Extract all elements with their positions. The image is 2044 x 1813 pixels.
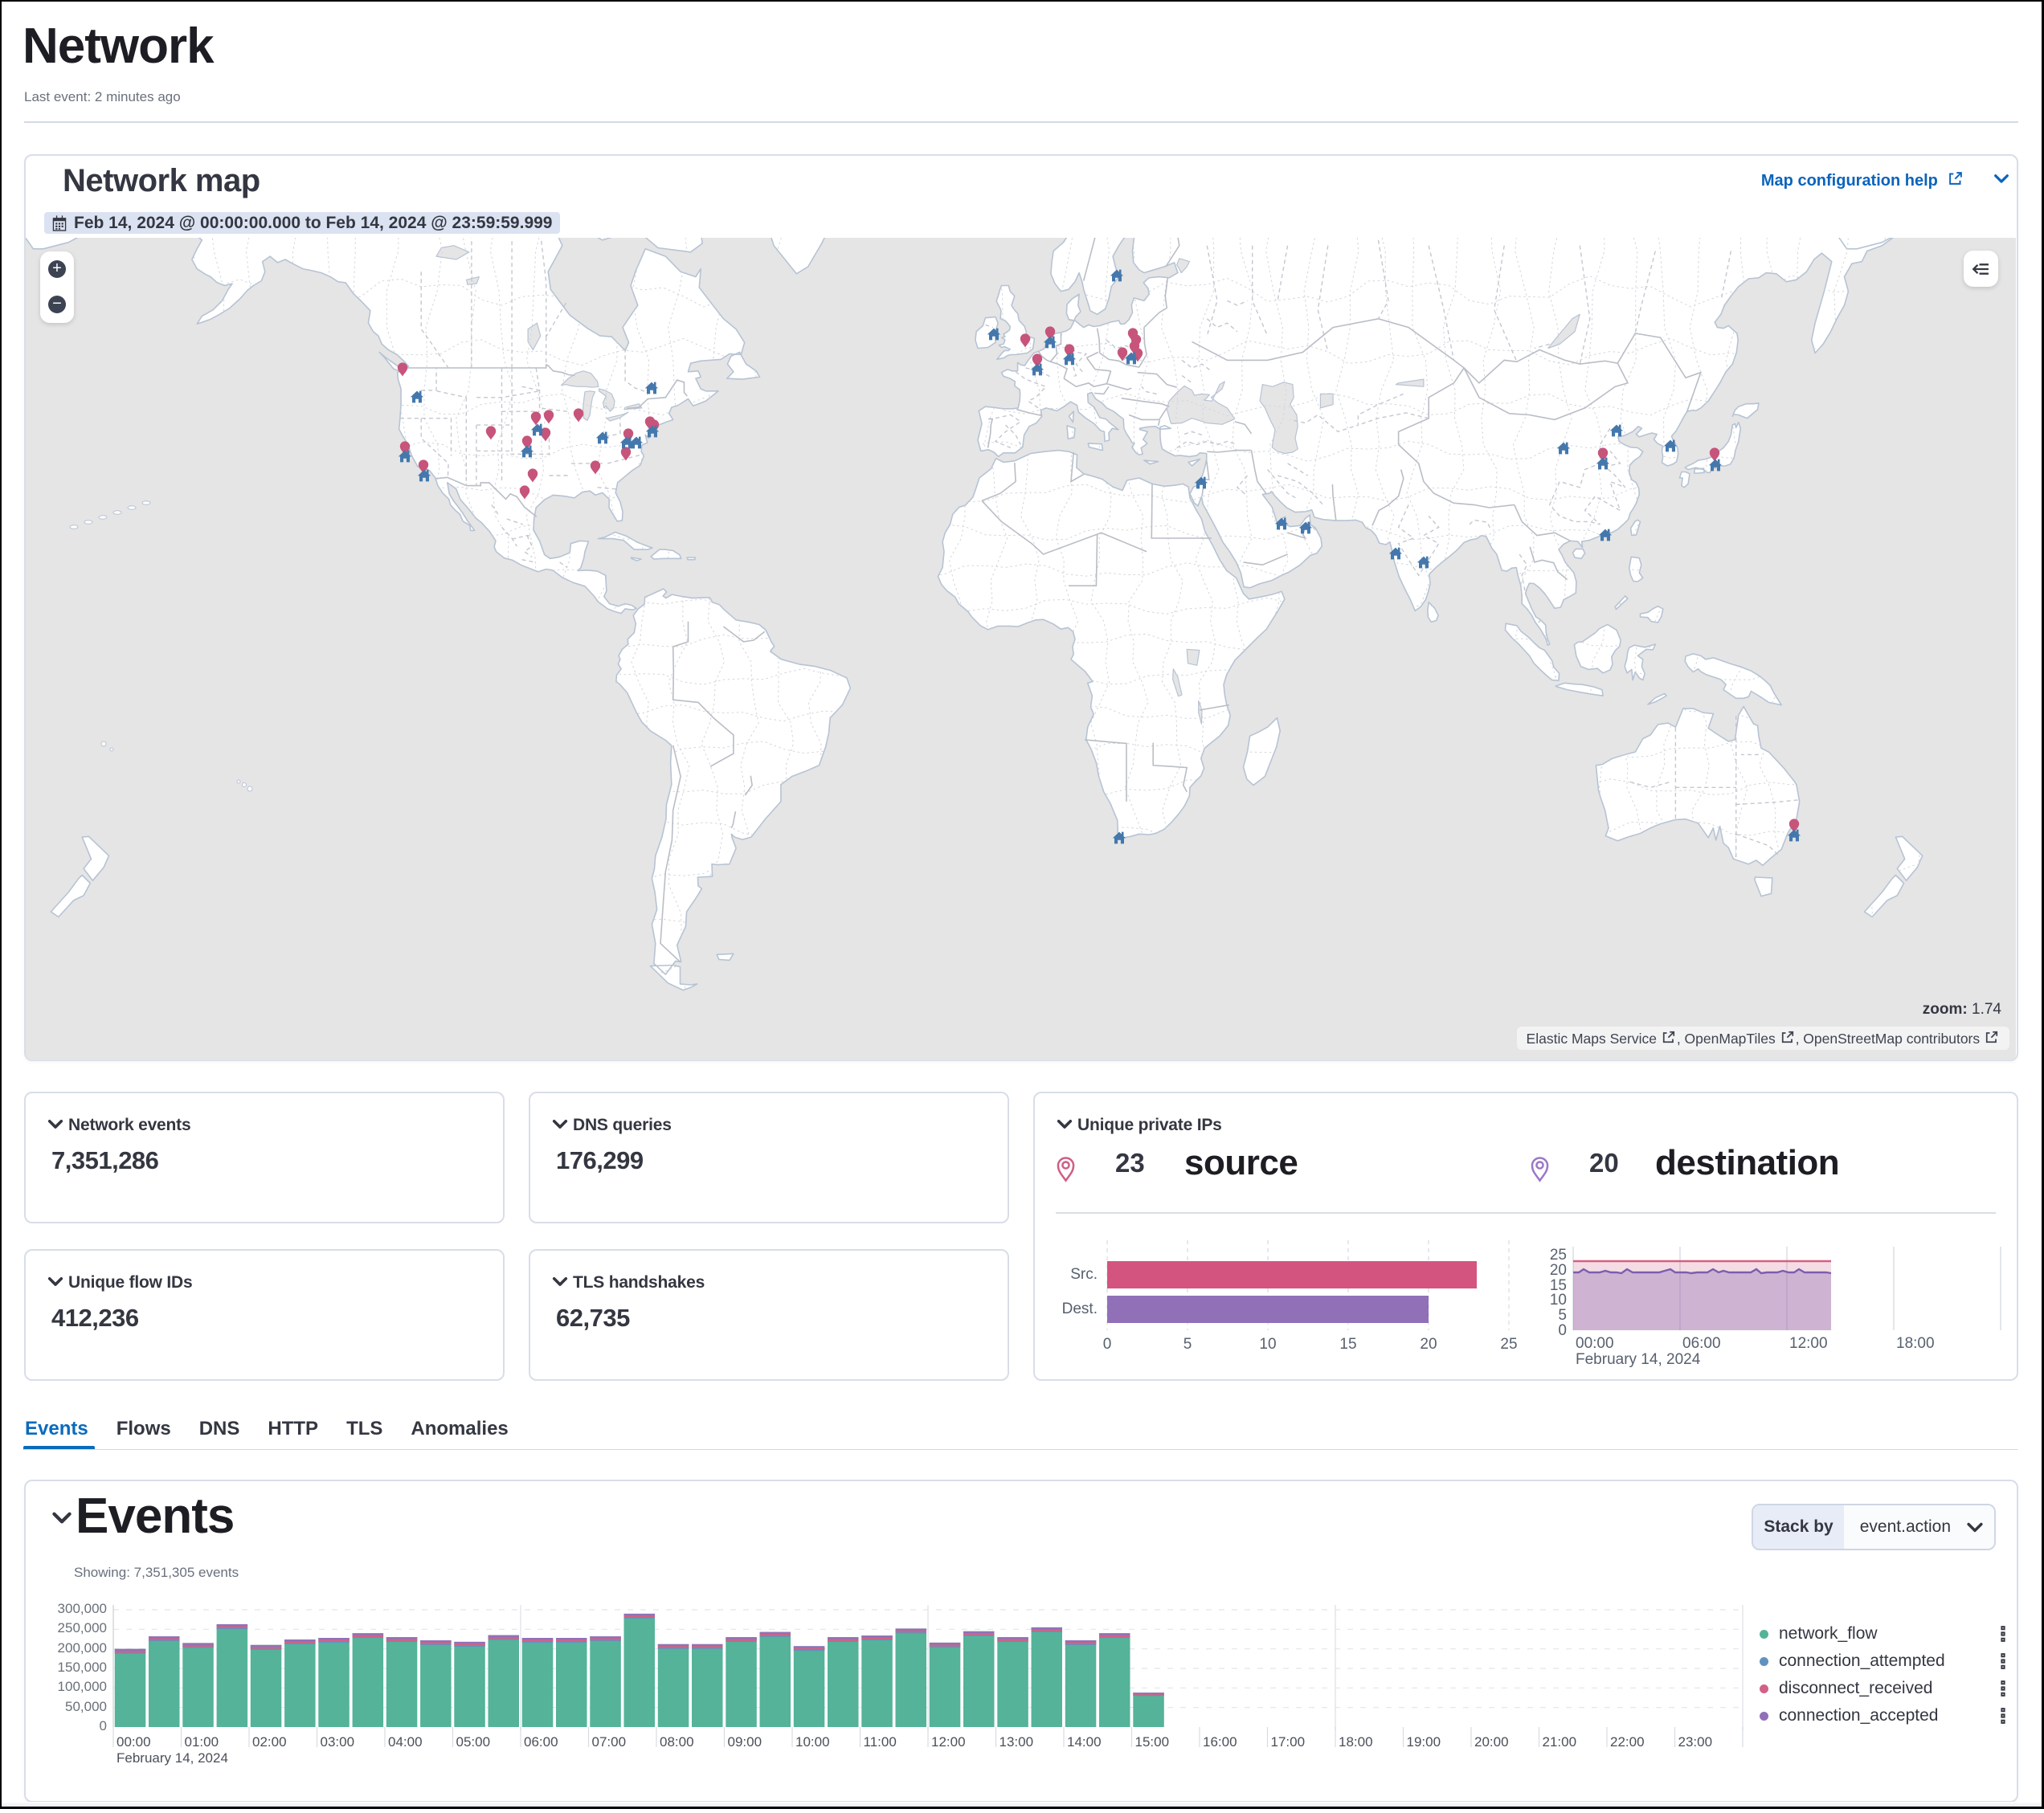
svg-text:22:00: 22:00 [1610,1734,1645,1750]
svg-text:00:00: 00:00 [117,1734,151,1750]
svg-text:100,000: 100,000 [58,1679,107,1694]
svg-text:18:00: 18:00 [1339,1734,1373,1750]
svg-text:5: 5 [1183,1336,1192,1353]
svg-text:16:00: 16:00 [1203,1734,1237,1750]
svg-text:0: 0 [1558,1322,1567,1339]
svg-text:10: 10 [1259,1336,1276,1353]
svg-text:23:00: 23:00 [1678,1734,1713,1750]
svg-text:50,000: 50,000 [65,1699,107,1714]
svg-text:February 14, 2024: February 14, 2024 [1576,1351,1701,1368]
svg-text:04:00: 04:00 [388,1734,423,1750]
svg-text:07:00: 07:00 [592,1734,627,1750]
svg-text:10:00: 10:00 [795,1734,830,1750]
svg-text:00:00: 00:00 [1576,1335,1614,1352]
svg-text:13:00: 13:00 [1000,1734,1034,1750]
svg-text:05:00: 05:00 [456,1734,491,1750]
svg-text:03:00: 03:00 [321,1734,355,1750]
svg-text:150,000: 150,000 [58,1660,107,1675]
svg-text:300,000: 300,000 [58,1603,107,1616]
svg-text:10: 10 [1550,1292,1567,1309]
svg-text:5: 5 [1558,1307,1567,1324]
svg-text:02:00: 02:00 [252,1734,287,1750]
svg-text:20:00: 20:00 [1474,1734,1509,1750]
svg-text:15: 15 [1550,1277,1567,1294]
svg-text:15: 15 [1339,1336,1356,1353]
svg-text:11:00: 11:00 [864,1734,897,1750]
svg-text:18:00: 18:00 [1896,1335,1935,1352]
svg-text:06:00: 06:00 [1682,1335,1721,1352]
svg-text:15:00: 15:00 [1135,1734,1170,1750]
svg-text:21:00: 21:00 [1543,1734,1577,1750]
svg-text:250,000: 250,000 [58,1620,107,1635]
svg-text:0: 0 [100,1718,107,1733]
svg-text:19:00: 19:00 [1407,1734,1441,1750]
svg-text:Dest.: Dest. [1062,1301,1098,1317]
svg-text:Src.: Src. [1070,1266,1098,1283]
svg-text:17:00: 17:00 [1271,1734,1306,1750]
svg-text:February 14, 2024: February 14, 2024 [117,1750,228,1766]
svg-text:12:00: 12:00 [931,1734,966,1750]
svg-text:12:00: 12:00 [1789,1335,1828,1352]
svg-text:25: 25 [1550,1247,1567,1264]
svg-text:0: 0 [1103,1336,1112,1353]
svg-text:06:00: 06:00 [524,1734,558,1750]
svg-text:01:00: 01:00 [185,1734,219,1750]
svg-text:20: 20 [1420,1336,1437,1353]
svg-text:09:00: 09:00 [728,1734,762,1750]
svg-text:200,000: 200,000 [58,1640,107,1656]
svg-text:20: 20 [1550,1262,1567,1279]
svg-text:14:00: 14:00 [1067,1734,1102,1750]
svg-text:08:00: 08:00 [660,1734,694,1750]
